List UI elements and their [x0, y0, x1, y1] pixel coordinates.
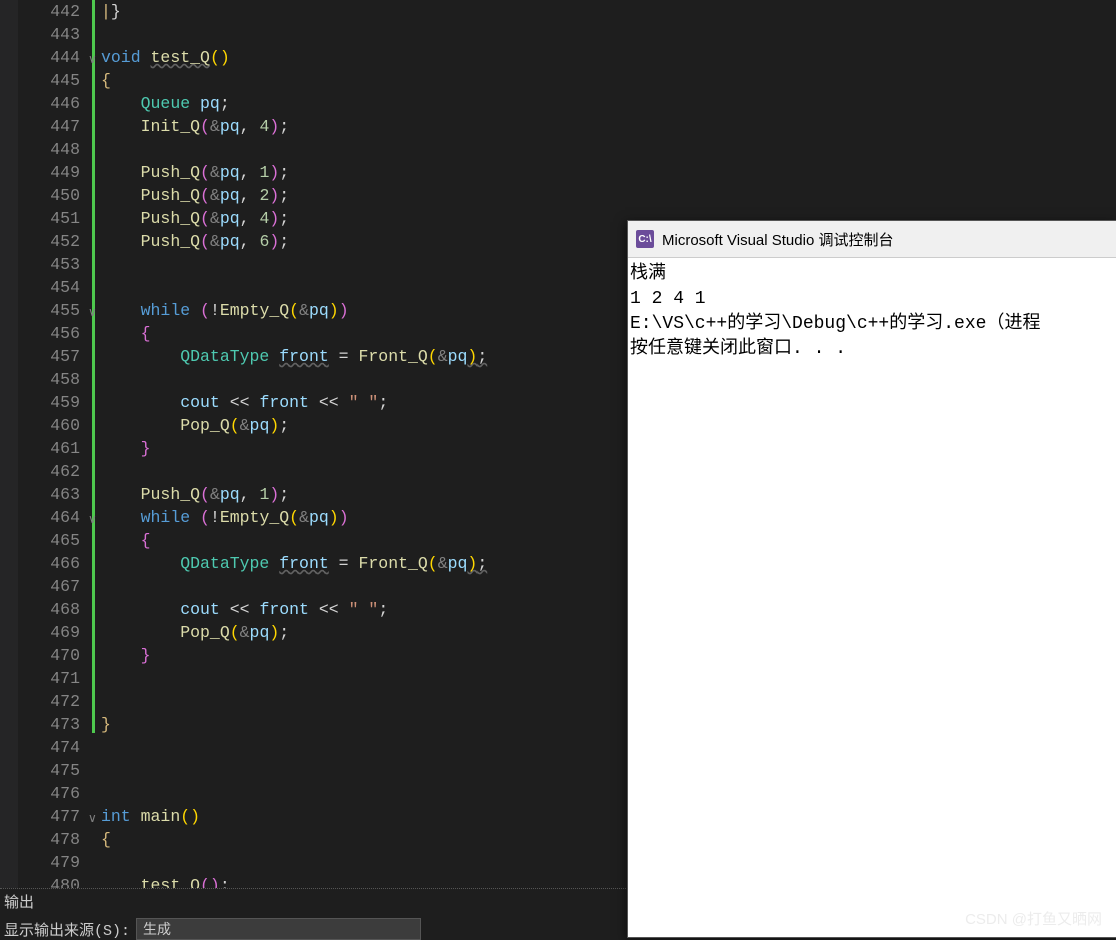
code-line[interactable]: Push_Q(&pq, 2); — [101, 184, 630, 207]
code-line[interactable]: { — [101, 322, 630, 345]
code-line[interactable]: { — [101, 828, 630, 851]
line-number[interactable]: 454 — [18, 276, 84, 299]
code-line[interactable]: Init_Q(&pq, 4); — [101, 115, 630, 138]
code-line[interactable]: ∨void test_Q() — [101, 46, 630, 69]
change-margin — [84, 0, 98, 888]
line-number[interactable]: 449 — [18, 161, 84, 184]
code-line[interactable]: } — [101, 644, 630, 667]
code-line[interactable] — [101, 667, 630, 690]
line-number[interactable]: 447 — [18, 115, 84, 138]
code-line[interactable]: Push_Q(&pq, 6); — [101, 230, 630, 253]
line-number[interactable]: 462 — [18, 460, 84, 483]
change-indicator — [92, 0, 95, 733]
code-line[interactable]: QDataType front = Front_Q(&pq); — [101, 552, 630, 575]
code-line[interactable] — [101, 851, 630, 874]
code-line[interactable]: Pop_Q(&pq); — [101, 414, 630, 437]
line-number[interactable]: 446 — [18, 92, 84, 115]
line-number[interactable]: 452 — [18, 230, 84, 253]
watermark-text: CSDN @打鱼又晒网 — [965, 908, 1102, 929]
code-line[interactable]: Push_Q(&pq, 4); — [101, 207, 630, 230]
line-number[interactable]: 474 — [18, 736, 84, 759]
line-number[interactable]: 453 — [18, 253, 84, 276]
line-number[interactable]: 475 — [18, 759, 84, 782]
code-line[interactable]: Pop_Q(&pq); — [101, 621, 630, 644]
console-titlebar[interactable]: C:\ Microsoft Visual Studio 调试控制台 — [628, 221, 1116, 258]
code-line[interactable]: |} — [101, 0, 630, 23]
code-line[interactable]: Push_Q(&pq, 1); — [101, 161, 630, 184]
code-line[interactable]: ∨ while (!Empty_Q(&pq)) — [101, 506, 630, 529]
line-number[interactable]: 477 — [18, 805, 84, 828]
code-line[interactable]: QDataType front = Front_Q(&pq); — [101, 345, 630, 368]
fold-chevron-icon[interactable]: ∨ — [88, 509, 97, 532]
line-number[interactable]: 459 — [18, 391, 84, 414]
line-number[interactable]: 467 — [18, 575, 84, 598]
code-content[interactable]: |}∨void test_Q(){ Queue pq; Init_Q(&pq, … — [98, 0, 630, 888]
code-line[interactable] — [101, 782, 630, 805]
line-number[interactable]: 442 — [18, 0, 84, 23]
line-number-gutter[interactable]: 4424434444454464474484494504514524534544… — [18, 0, 84, 888]
line-number[interactable]: 456 — [18, 322, 84, 345]
code-line[interactable]: Queue pq; — [101, 92, 630, 115]
output-panel: 输出 显示输出来源(S): 生成 — [0, 888, 630, 939]
line-number[interactable]: 478 — [18, 828, 84, 851]
console-title-text: Microsoft Visual Studio 调试控制台 — [662, 229, 893, 250]
code-line[interactable]: } — [101, 713, 630, 736]
debug-console-window[interactable]: C:\ Microsoft Visual Studio 调试控制台 栈满 1 2… — [627, 220, 1116, 938]
line-number[interactable]: 444 — [18, 46, 84, 69]
console-output-body[interactable]: 栈满 1 2 4 1 E:\VS\c++的学习\Debug\c++的学习.exe… — [628, 258, 1116, 366]
line-number[interactable]: 473 — [18, 713, 84, 736]
code-line[interactable] — [101, 276, 630, 299]
code-line[interactable]: } — [101, 437, 630, 460]
line-number[interactable]: 463 — [18, 483, 84, 506]
line-number[interactable]: 464 — [18, 506, 84, 529]
minimap-strip[interactable] — [0, 0, 18, 888]
line-number[interactable]: 476 — [18, 782, 84, 805]
line-number[interactable]: 455 — [18, 299, 84, 322]
output-source-label: 显示输出来源(S): — [4, 919, 130, 940]
code-line[interactable] — [101, 575, 630, 598]
line-number[interactable]: 470 — [18, 644, 84, 667]
code-line[interactable]: { — [101, 69, 630, 92]
code-line[interactable] — [101, 138, 630, 161]
line-number[interactable]: 457 — [18, 345, 84, 368]
line-number[interactable]: 466 — [18, 552, 84, 575]
code-line[interactable]: { — [101, 529, 630, 552]
line-number[interactable]: 479 — [18, 851, 84, 874]
code-line[interactable] — [101, 253, 630, 276]
code-line[interactable] — [101, 690, 630, 713]
line-number[interactable]: 451 — [18, 207, 84, 230]
code-line[interactable] — [101, 736, 630, 759]
line-number[interactable]: 443 — [18, 23, 84, 46]
editor: 4424434444454464474484494504514524534544… — [18, 0, 630, 888]
line-number[interactable]: 471 — [18, 667, 84, 690]
code-line[interactable] — [101, 23, 630, 46]
line-number[interactable]: 461 — [18, 437, 84, 460]
code-line[interactable] — [101, 368, 630, 391]
line-number[interactable]: 445 — [18, 69, 84, 92]
line-number[interactable]: 472 — [18, 690, 84, 713]
output-source-dropdown[interactable]: 生成 — [136, 918, 421, 940]
console-app-icon: C:\ — [636, 230, 654, 248]
fold-chevron-icon[interactable]: ∨ — [88, 302, 97, 325]
code-line[interactable] — [101, 460, 630, 483]
fold-chevron-icon[interactable]: ∨ — [88, 808, 97, 831]
fold-chevron-icon[interactable]: ∨ — [88, 49, 97, 72]
line-number[interactable]: 460 — [18, 414, 84, 437]
line-number[interactable]: 458 — [18, 368, 84, 391]
output-source-row: 显示输出来源(S): 生成 — [4, 918, 626, 940]
line-number[interactable]: 465 — [18, 529, 84, 552]
line-number[interactable]: 469 — [18, 621, 84, 644]
output-source-value: 生成 — [143, 919, 171, 939]
code-editor-area: 4424434444454464474484494504514524534544… — [0, 0, 630, 888]
line-number[interactable]: 450 — [18, 184, 84, 207]
code-line[interactable]: cout << front << " "; — [101, 391, 630, 414]
output-panel-title: 输出 — [4, 891, 626, 912]
code-line[interactable]: ∨int main() — [101, 805, 630, 828]
code-line[interactable]: Push_Q(&pq, 1); — [101, 483, 630, 506]
code-line[interactable]: ∨ while (!Empty_Q(&pq)) — [101, 299, 630, 322]
line-number[interactable]: 448 — [18, 138, 84, 161]
code-line[interactable] — [101, 759, 630, 782]
code-line[interactable]: cout << front << " "; — [101, 598, 630, 621]
line-number[interactable]: 468 — [18, 598, 84, 621]
